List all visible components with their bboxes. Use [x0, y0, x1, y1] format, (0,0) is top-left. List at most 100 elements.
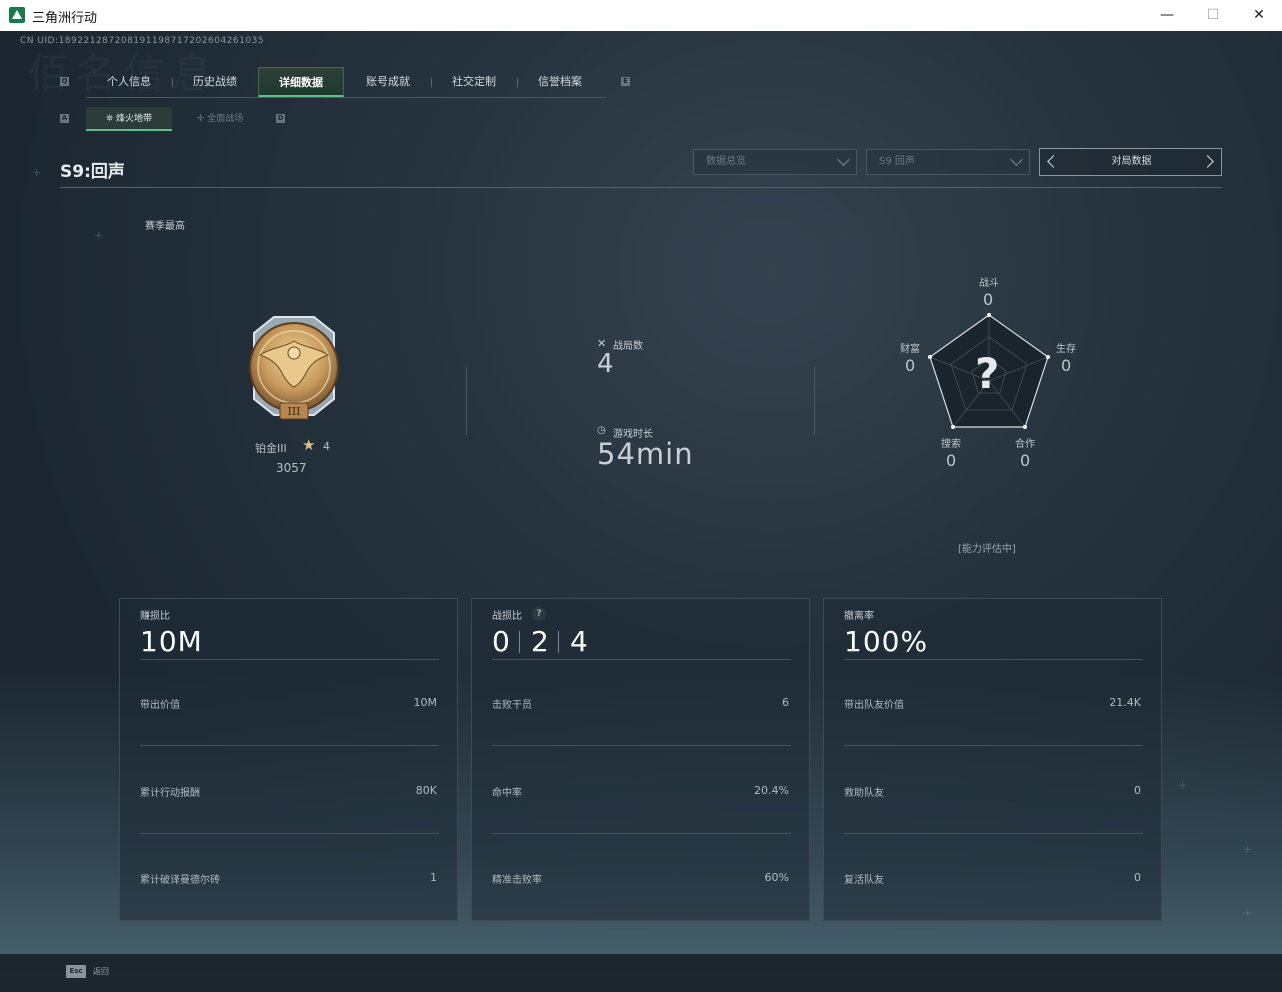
subtab-warfare-label: 全面战场: [207, 114, 244, 124]
decor-plus-icon: +: [1243, 906, 1253, 919]
card-main-value: 10M: [140, 625, 203, 658]
card-divider: [844, 833, 1143, 834]
radar-value-survival: 0: [1061, 356, 1072, 375]
card-divider: [492, 833, 791, 834]
tab-detailed-data[interactable]: 详细数据: [258, 67, 344, 97]
window-titlebar: 三角洲行动 — ☐ ✕: [0, 0, 1282, 32]
stat-card-profit: 赚损比 10M 带出价值 10M 累计行动报酬 80K 累计破译曼德尔砖 1: [119, 598, 458, 921]
esc-key-hint[interactable]: Esc: [66, 965, 86, 978]
chevron-down-icon: [1010, 153, 1023, 166]
bottom-hint-bar: [0, 954, 1282, 992]
card-divider: [140, 745, 439, 746]
section-divider: [466, 367, 467, 435]
season-dropdown[interactable]: S9 回声: [866, 149, 1030, 175]
minimize-button[interactable]: —: [1144, 0, 1190, 31]
tab-match-history[interactable]: 历史战绩: [172, 67, 258, 97]
tab-personal-info[interactable]: 个人信息: [86, 67, 172, 97]
chevron-down-icon: [837, 153, 850, 166]
radar-label-wealth: 财富: [900, 344, 920, 355]
close-button[interactable]: ✕: [1236, 0, 1282, 31]
card-row-value: 6: [782, 696, 789, 709]
user-uid: CN UID:1892212872081911987172026042610​3…: [20, 36, 265, 46]
card-row-label: 累计行动报酬: [140, 788, 200, 799]
stat-card-kd: 战损比 ? 0 2 4 击败干员 6 命中率 20.4% 精准击败率 60%: [471, 598, 810, 921]
warfare-mode-icon: ✛: [196, 114, 208, 124]
tab-achievements[interactable]: 账号成就: [345, 67, 431, 97]
card-row-label: 击败干员: [492, 700, 532, 711]
radar-value-cooperation: 0: [1020, 451, 1031, 470]
card-divider: [492, 745, 791, 746]
tab-prev-key-hint[interactable]: Q: [60, 77, 69, 86]
card-divider: [140, 833, 439, 834]
card-row-label: 复活队友: [844, 875, 884, 886]
card-row-value: 1: [430, 871, 437, 884]
card-row-value: 21.4K: [1109, 696, 1141, 709]
subtab-warfare[interactable]: ✛ 全面战场: [176, 107, 264, 131]
radar-value-search: 0: [946, 451, 957, 470]
decor-plus-icon: +: [1178, 779, 1188, 792]
rank-star-count: 4: [323, 440, 330, 453]
tab-credit-record[interactable]: 信誉档案: [517, 67, 603, 97]
rank-badge-numeral: III: [287, 405, 300, 418]
card-divider: [844, 659, 1143, 660]
subtab-next-key-hint[interactable]: D: [276, 114, 285, 123]
decor-plus-icon: +: [1243, 843, 1253, 856]
radar-label-search: 搜索: [941, 439, 961, 450]
data-scope-dropdown[interactable]: 数据总览: [693, 149, 857, 175]
card-row-label: 命中率: [492, 788, 522, 799]
subtab-prev-key-hint[interactable]: A: [60, 114, 69, 123]
window-title: 三角洲行动: [32, 11, 98, 26]
kd-assists: 4: [570, 625, 589, 658]
maximize-button[interactable]: ☐: [1190, 0, 1236, 31]
season-divider: [60, 187, 1222, 188]
card-row-value: 80K: [415, 784, 437, 797]
radar-status: [能力评估中]: [958, 544, 1016, 555]
card-divider: [492, 659, 791, 660]
star-icon: ★: [302, 436, 316, 454]
radar-value-wealth: 0: [905, 356, 916, 375]
card-title: 战损比: [492, 611, 522, 622]
card-row-value: 0: [1134, 871, 1141, 884]
season-best-label: 赛季最高: [145, 221, 185, 232]
kd-kills: 0: [492, 625, 511, 658]
radar-label-survival: 生存: [1056, 344, 1076, 355]
season-dropdown-value: S9 回声: [879, 156, 915, 167]
card-row-label: 带出队友价值: [844, 700, 904, 711]
matches-label: 战局数: [613, 341, 643, 352]
card-row-value: 0: [1134, 784, 1141, 797]
kd-separator: [558, 631, 559, 653]
rank-score: 3057: [276, 461, 307, 475]
card-title: 赚损比: [140, 611, 170, 622]
decor-plus-icon: +: [94, 229, 104, 242]
data-scope-value: 数据总览: [706, 156, 746, 167]
mode-subtab-bar: ⛯ 烽火地带 ✛ 全面战场: [86, 107, 266, 131]
play-time-value: 54min: [597, 437, 694, 471]
card-title: 撤离率: [844, 611, 874, 622]
card-divider: [140, 659, 439, 660]
main-tab-bar: 个人信息 历史战绩 详细数据 账号成就 社交定制 信誉档案: [86, 67, 606, 98]
kd-deaths: 2: [531, 625, 550, 658]
back-label[interactable]: 返回: [93, 965, 109, 978]
radar-label-combat: 战斗: [979, 278, 999, 289]
matches-value: 4: [597, 349, 614, 379]
decor-plus-icon: +: [32, 166, 42, 179]
subtab-operations-label: 烽火地带: [116, 114, 153, 124]
radar-value-combat: 0: [983, 290, 994, 309]
stopwatch-icon: ◷: [597, 425, 606, 436]
tab-social-custom[interactable]: 社交定制: [431, 67, 517, 97]
radar-unknown-mark: ?: [975, 349, 1000, 398]
help-icon[interactable]: ?: [532, 607, 546, 621]
radar-label-cooperation: 合作: [1015, 439, 1035, 450]
card-row-label: 带出价值: [140, 700, 180, 711]
app-logo-icon: [9, 7, 25, 23]
card-main-value: 100%: [844, 625, 929, 658]
rank-badge-eagle-icon: III: [249, 316, 339, 420]
tab-next-key-hint[interactable]: E: [621, 77, 630, 86]
operations-mode-icon: ⛯: [105, 114, 117, 124]
card-row-value: 20.4%: [754, 784, 789, 797]
subtab-operations[interactable]: ⛯ 烽火地带: [86, 107, 172, 131]
card-row-label: 累计破译曼德尔砖: [140, 875, 220, 886]
section-divider: [814, 367, 815, 435]
card-divider: [844, 745, 1143, 746]
stat-card-extraction: 撤离率 100% 带出队友价值 21.4K 救助队友 0 复活队友 0: [823, 598, 1162, 921]
